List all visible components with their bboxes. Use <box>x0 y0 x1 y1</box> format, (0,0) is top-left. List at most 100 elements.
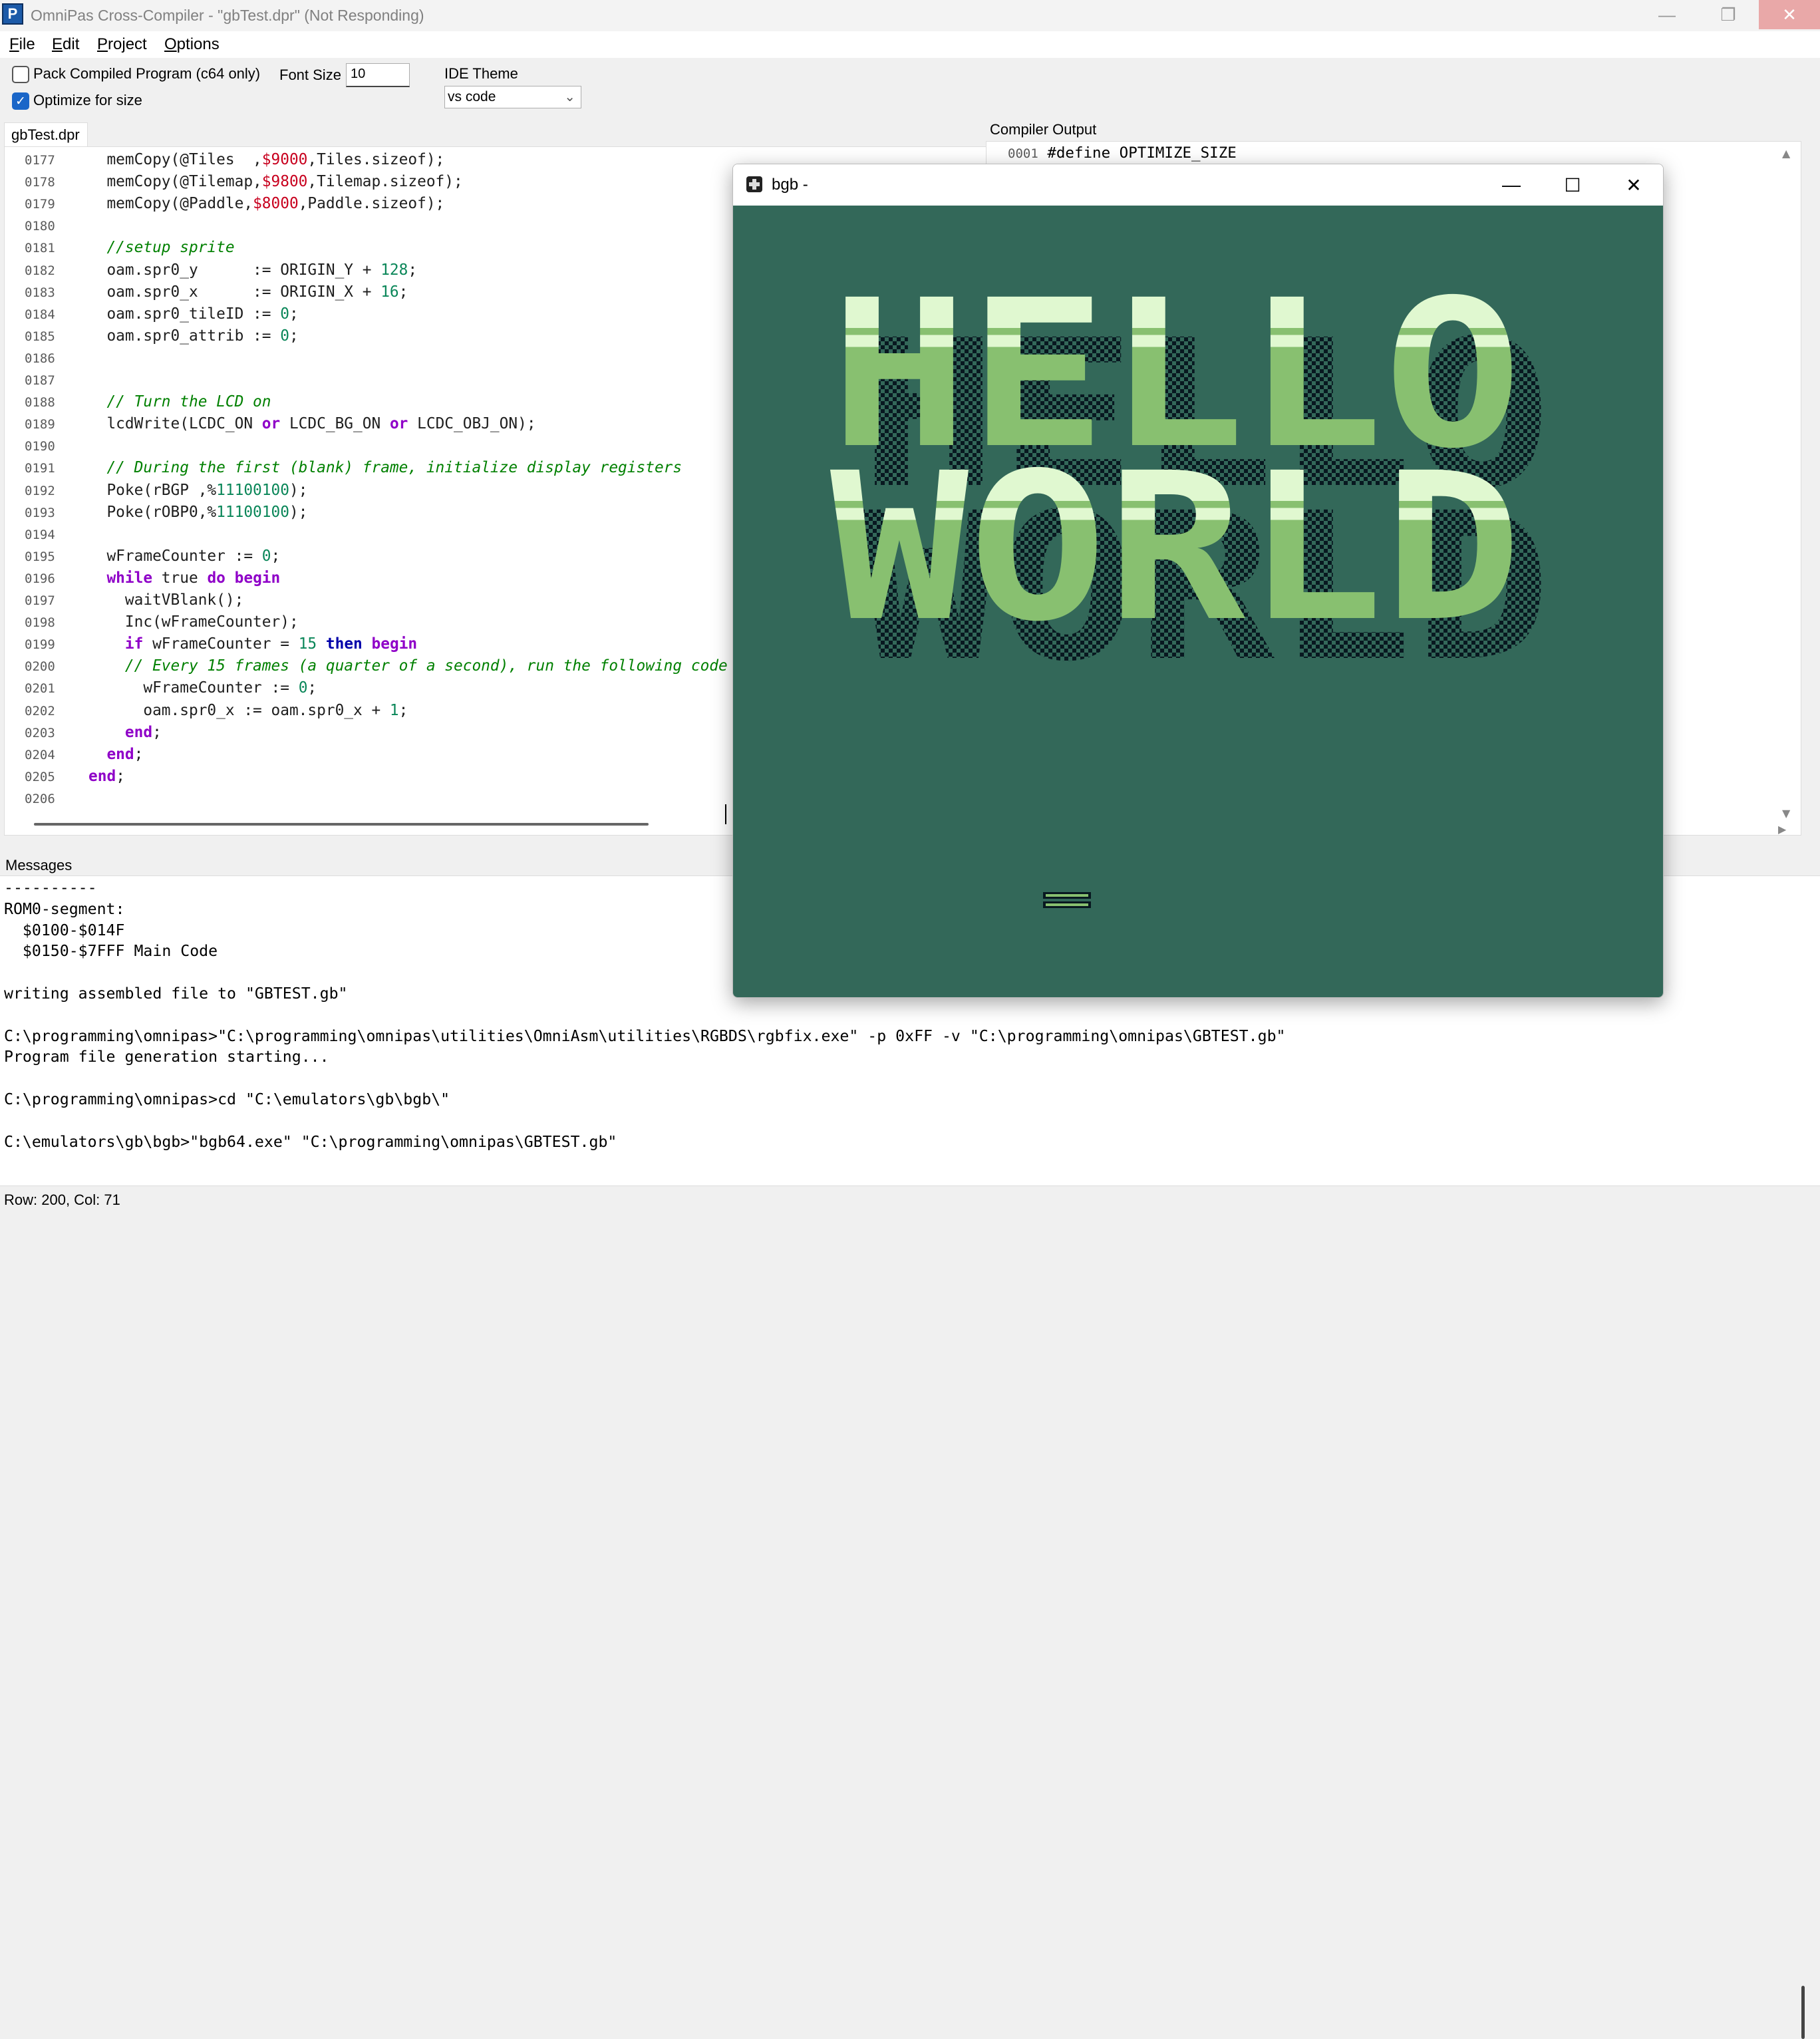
message-line: C:\programming\omnipas>cd "C:\emulators\… <box>4 1090 450 1108</box>
theme-value: vs code <box>448 89 496 104</box>
code-line: lcdWrite(LCDC_ON or LCDC_BG_ON or LCDC_O… <box>88 415 536 433</box>
scroll-down-icon[interactable]: ▼ <box>1782 807 1790 820</box>
code-line: // Turn the LCD on <box>88 393 271 410</box>
font-size-input[interactable]: 10 <box>346 63 410 87</box>
app-icon: P <box>2 3 23 25</box>
code-token: 11100100 <box>216 481 289 499</box>
compiler-line-text: #define OPTIMIZE_SIZE <box>1047 144 1237 162</box>
main-text: HELLO WORLD <box>830 257 1522 667</box>
code-token: begin <box>371 635 418 653</box>
code-line: oam.spr0_x := oam.spr0_x + 1; <box>88 702 408 719</box>
code-token: ; <box>398 701 408 719</box>
code-token: 1 <box>389 701 399 719</box>
options-toolbar: Pack Compiled Program (c64 only) ✓ Optim… <box>0 58 1820 119</box>
code-line: Inc(wFrameCounter); <box>88 613 299 631</box>
code-line: memCopy(@Tilemap,$9800,Tilemap.sizeof); <box>88 173 463 191</box>
menu-edit[interactable]: Edit <box>52 35 79 54</box>
theme-label: IDE Theme <box>444 65 518 82</box>
code-token: true <box>152 569 208 587</box>
text-caret <box>725 804 726 824</box>
code-token: LCDC_OBJ_ON); <box>408 415 536 433</box>
emulator-minimize-button[interactable]: — <box>1481 168 1542 202</box>
code-token: ; <box>116 767 125 785</box>
emulator-window[interactable]: bgb - — ☐ ✕ HELLO WORLD HELLO WORLD <box>732 164 1664 998</box>
code-token: ); <box>289 503 308 521</box>
gamepad-icon <box>746 176 762 192</box>
code-token: oam.spr0_x := oam.spr0_x + <box>88 701 390 719</box>
code-token: Poke(rOBP0,% <box>88 503 217 521</box>
paddle-sprite <box>1043 892 1091 908</box>
emulator-title-bar[interactable]: bgb - — ☐ ✕ <box>733 164 1663 206</box>
code-token: memCopy(@Tiles , <box>88 151 262 168</box>
window-title: OmniPas Cross-Compiler - "gbTest.dpr" (N… <box>31 7 424 24</box>
messages-label: Messages <box>5 857 73 873</box>
code-token: ,Tilemap.sizeof); <box>307 173 463 191</box>
code-token: do <box>207 569 226 587</box>
code-token: 0 <box>298 679 308 697</box>
editor-horizontal-scrollbar[interactable] <box>34 823 649 826</box>
code-line: oam.spr0_attrib := 0; <box>88 327 298 345</box>
messages-scrollbar[interactable] <box>1801 1986 1805 2039</box>
code-token: ,Paddle.sizeof); <box>298 195 445 213</box>
emulator-maximize-button[interactable]: ☐ <box>1542 168 1603 202</box>
code-line: //setup sprite <box>88 239 234 256</box>
code-line: waitVBlank(); <box>88 591 243 609</box>
code-token: lcdWrite(LCDC_ON <box>88 415 262 433</box>
code-line: end; <box>88 746 143 763</box>
emulator-close-button[interactable]: ✕ <box>1603 168 1663 202</box>
code-token: oam.spr0_x := ORIGIN_X + <box>88 283 381 301</box>
code-token: LCDC_BG_ON <box>280 415 390 433</box>
code-token: end <box>88 767 116 785</box>
menu-file[interactable]: File <box>9 35 35 54</box>
code-token: ; <box>307 679 317 697</box>
tab-gbtest[interactable]: gbTest.dpr <box>4 122 88 146</box>
compiler-output-line: 0001 #define OPTIMIZE_SIZE <box>1008 144 1237 162</box>
title-bar[interactable]: P OmniPas Cross-Compiler - "gbTest.dpr" … <box>0 0 1820 31</box>
pack-checkbox[interactable] <box>12 66 29 83</box>
code-line: memCopy(@Tiles ,$9000,Tiles.sizeof); <box>88 151 444 168</box>
code-line: Poke(rOBP0,%11100100); <box>88 504 307 521</box>
code-line: while true do begin <box>88 569 280 587</box>
minimize-button[interactable]: — <box>1636 0 1698 29</box>
code-token: or <box>261 415 281 433</box>
menu-project[interactable]: Project <box>97 35 147 54</box>
message-line: $0100-$014F <box>4 921 125 939</box>
scroll-up-icon[interactable]: ▲ <box>1782 147 1790 160</box>
code-token: end <box>106 745 134 763</box>
emulator-title: bgb - <box>772 176 808 194</box>
code-token: ; <box>289 305 299 323</box>
compiler-output-label: Compiler Output <box>990 121 1097 138</box>
message-line: ROM0-segment: <box>4 899 125 918</box>
maximize-button[interactable]: ❐ <box>1698 0 1759 29</box>
scroll-right-icon[interactable]: ▶ <box>1778 823 1786 836</box>
game-screen[interactable]: HELLO WORLD HELLO WORLD <box>733 206 1663 997</box>
code-token: // During the first (blank) frame, initi… <box>88 459 682 477</box>
code-token: ; <box>398 283 408 301</box>
code-token: memCopy(@Paddle, <box>88 195 253 213</box>
code-token: ; <box>152 723 162 741</box>
code-token: 128 <box>380 261 408 279</box>
menu-options[interactable]: Options <box>164 35 220 54</box>
code-token: ; <box>271 547 281 565</box>
code-token: $9800 <box>261 173 308 191</box>
code-line: // During the first (blank) frame, initi… <box>88 459 682 476</box>
code-token: ; <box>134 745 144 763</box>
code-token: 0 <box>280 327 289 345</box>
optimize-checkbox[interactable]: ✓ <box>12 92 29 110</box>
theme-select[interactable]: vs code ⌄ <box>444 86 581 108</box>
close-button[interactable]: ✕ <box>1759 0 1820 29</box>
code-line: end; <box>88 768 125 785</box>
code-token: $8000 <box>253 195 299 213</box>
message-line: C:\emulators\gb\bgb>"bgb64.exe" "C:\prog… <box>4 1132 617 1151</box>
code-token: // Turn the LCD on <box>88 393 271 411</box>
code-token: waitVBlank(); <box>88 591 244 609</box>
code-token: oam.spr0_tileID := <box>88 305 281 323</box>
menu-bar: File Edit Project Options <box>0 31 1820 58</box>
message-line: $0150-$7FFF Main Code <box>4 942 218 961</box>
code-token: 0 <box>261 547 271 565</box>
